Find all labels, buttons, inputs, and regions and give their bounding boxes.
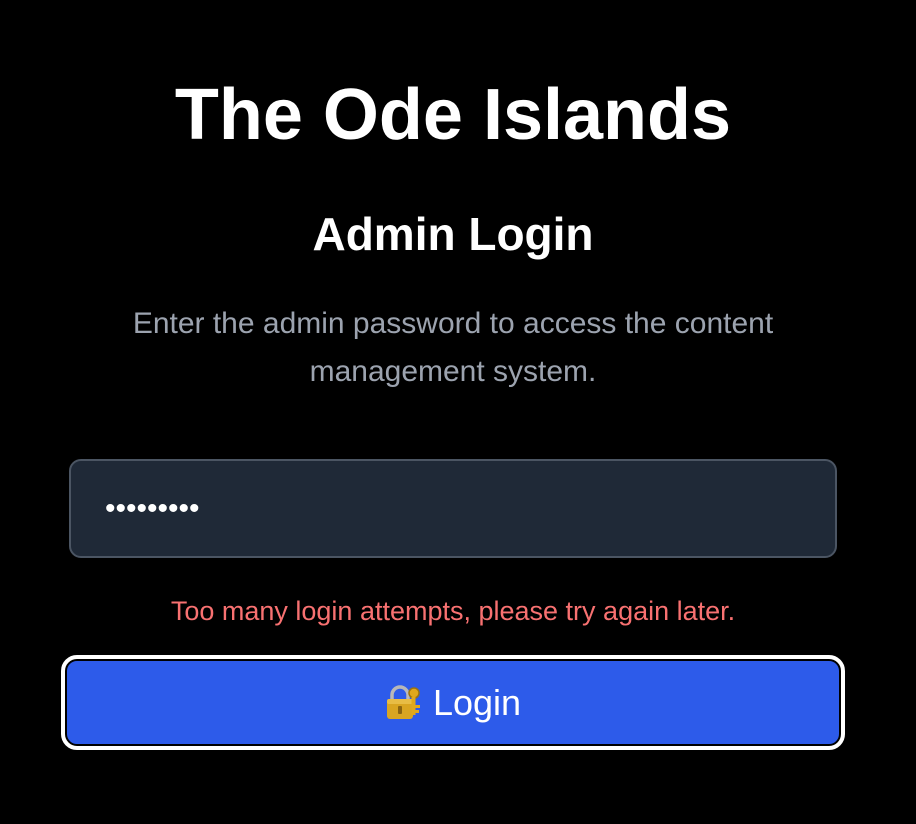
login-description: Enter the admin password to access the c… bbox=[132, 307, 774, 388]
page-title: Admin Login bbox=[312, 208, 594, 260]
admin-login-page: The Ode Islands Admin Login Enter the ad… bbox=[0, 0, 916, 824]
lock-with-key-icon bbox=[385, 684, 423, 721]
error-message: Too many login attempts, please try agai… bbox=[170, 596, 736, 626]
login-button-label: Login bbox=[432, 681, 522, 723]
password-input[interactable] bbox=[69, 459, 837, 558]
login-button[interactable]: Login bbox=[61, 655, 845, 750]
site-title: The Ode Islands bbox=[174, 75, 732, 155]
